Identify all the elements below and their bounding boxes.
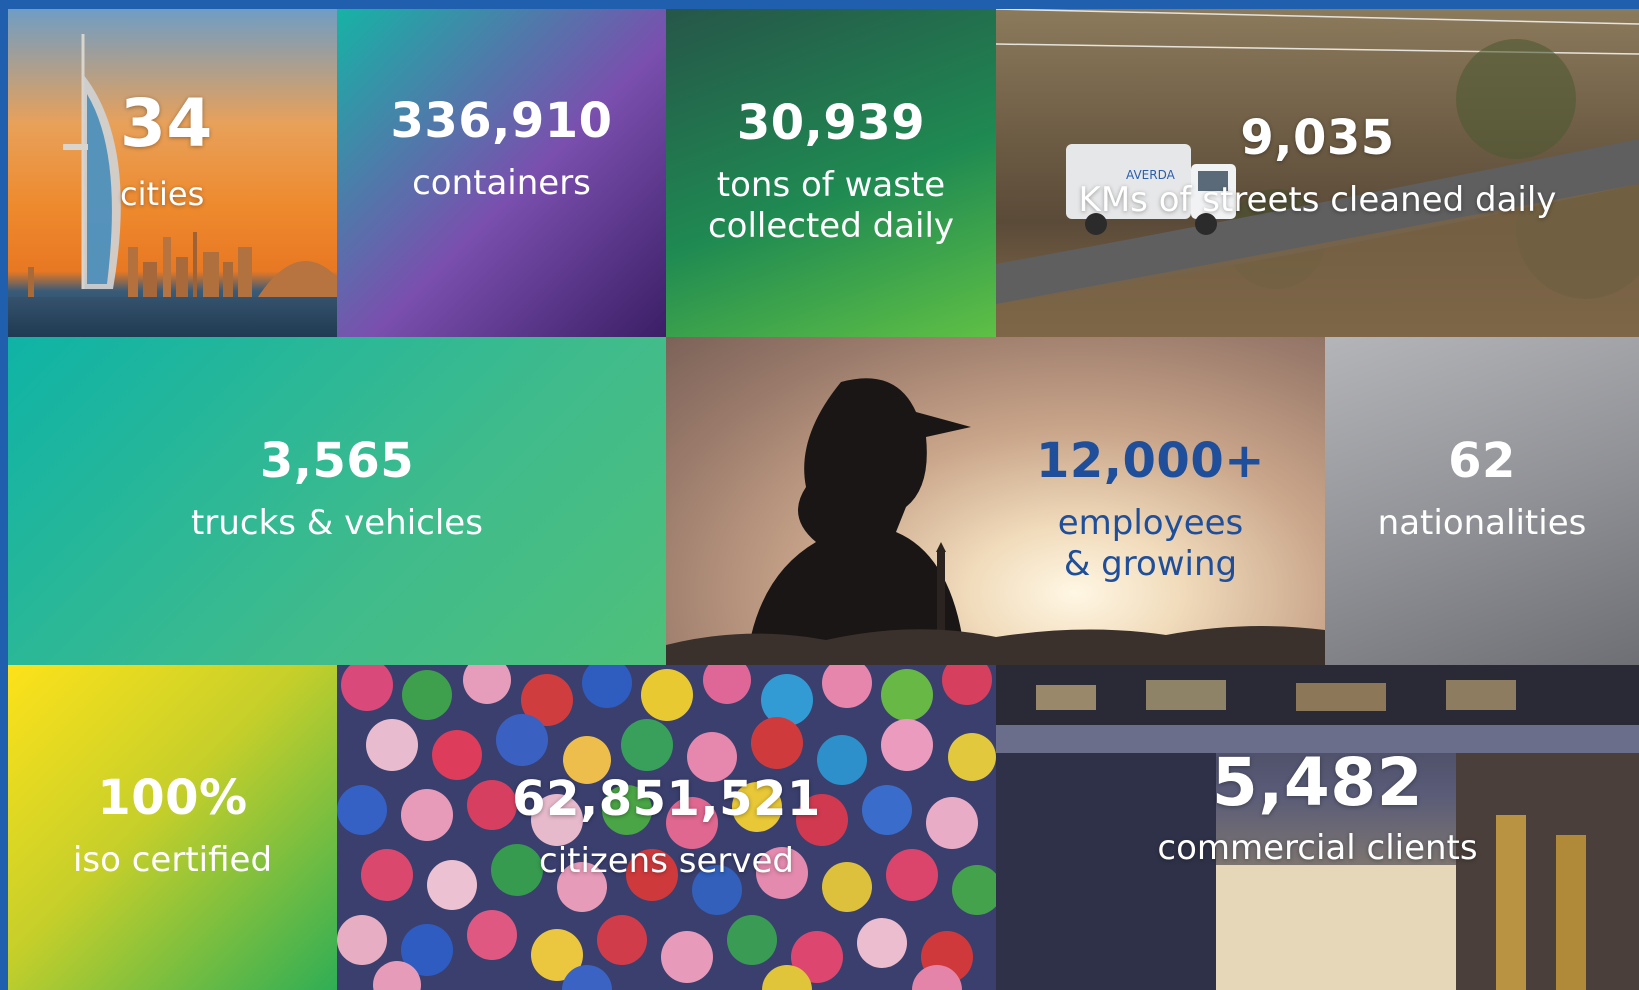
stat-number: 12,000+	[1036, 433, 1265, 489]
stat-number: 100%	[97, 769, 248, 826]
stat-number: 62	[1448, 433, 1516, 490]
tile-trucks: 3,565 trucks & vehicles	[8, 337, 666, 665]
stat-number: 336,910	[390, 93, 613, 150]
sea-water	[8, 297, 337, 337]
stat-label: containers	[412, 163, 591, 204]
stat-label-line1: tons of waste	[716, 164, 946, 205]
tile-containers: 336,910 containers	[337, 9, 666, 337]
stats-grid: 34 cities 336,910 containers 30,939 tons…	[8, 9, 1639, 990]
tile-nationalities: 62 nationalities	[1325, 337, 1639, 665]
tile-citizens: 62,851,521 citizens served	[337, 665, 996, 990]
stat-label-line2: collected daily	[707, 206, 955, 246]
stat-label: KMs of streets cleaned daily	[1078, 180, 1557, 220]
stat-label-line2: & growing	[1063, 544, 1238, 585]
tile-waste: 30,939 tons of waste collected daily	[666, 9, 996, 337]
tile-cities: 34 cities	[8, 9, 337, 337]
stat-label: citizens served	[539, 841, 794, 881]
stat-number: 34	[120, 85, 213, 162]
stat-number: 30,939	[736, 94, 926, 151]
stat-number: 9,035	[1240, 110, 1395, 166]
stat-label: iso certified	[72, 839, 273, 880]
stat-number: 62,851,521	[512, 771, 821, 827]
stat-number: 5,482	[1211, 744, 1424, 821]
stat-label: trucks & vehicles	[191, 503, 483, 544]
stat-label-line1: employees	[1057, 503, 1244, 543]
tile-streets: AVERDA 9,035 KMs of streets cleaned dail…	[996, 9, 1639, 337]
stat-label: commercial clients	[1157, 828, 1478, 868]
tile-iso: 100% iso certified	[8, 665, 337, 990]
stat-label: cities	[120, 175, 205, 213]
stat-number: 3,565	[259, 433, 415, 490]
tile-clients: 5,482 commercial clients	[996, 665, 1639, 990]
stat-label: nationalities	[1377, 503, 1587, 544]
tile-employees: 12,000+ employees & growing	[666, 337, 1325, 665]
mountain-hills	[666, 626, 1325, 665]
